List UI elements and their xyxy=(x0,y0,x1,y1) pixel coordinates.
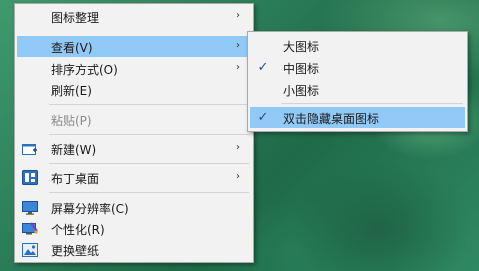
menu-separator xyxy=(281,103,463,104)
submenu-item-large-icons[interactable]: 大图标 xyxy=(250,35,465,56)
submenu-item-medium-icons[interactable]: ✓ 中图标 xyxy=(250,57,465,78)
menu-item-paste: 粘贴(P) xyxy=(17,109,251,130)
submenu-item-double-click-hide-icons[interactable]: ✓ 双击隐藏桌面图标 xyxy=(250,107,465,128)
view-submenu: 大图标 ✓ 中图标 小图标 ✓ 双击隐藏桌面图标 xyxy=(247,31,468,132)
submenu-arrow-icon: › xyxy=(236,171,240,182)
menu-item-sort-by[interactable]: 排序方式(O) › xyxy=(17,58,251,79)
picture-icon xyxy=(21,241,39,258)
menu-separator xyxy=(49,163,249,164)
submenu-arrow-icon: › xyxy=(236,142,240,153)
submenu-arrow-icon: › xyxy=(236,10,240,21)
menu-item-label: 中图标 xyxy=(283,62,320,76)
monitor-icon xyxy=(21,199,39,216)
menu-separator xyxy=(49,192,249,193)
checkmark-icon: ✓ xyxy=(257,60,269,75)
menu-item-label: 刷新(E) xyxy=(51,84,92,98)
menu-item-personalize[interactable]: 个性化(R) xyxy=(17,218,251,239)
menu-item-arrange-icons[interactable]: 图标整理 › xyxy=(17,6,251,27)
menu-item-label: 双击隐藏桌面图标 xyxy=(283,112,380,126)
submenu-arrow-icon: › xyxy=(236,62,240,73)
new-document-icon xyxy=(21,140,39,157)
menu-item-screen-resolution[interactable]: 屏幕分辨率(C) xyxy=(17,197,251,218)
menu-separator xyxy=(49,134,249,135)
desktop-context-menu: 图标整理 › 查看(V) › 排序方式(O) › 刷新(E) 粘贴(P) 新建(… xyxy=(14,3,254,263)
menu-item-label: 查看(V) xyxy=(51,41,93,55)
menu-separator xyxy=(49,104,249,105)
menu-item-label: 新建(W) xyxy=(51,143,97,157)
submenu-arrow-icon: › xyxy=(236,40,240,51)
menu-item-label: 布丁桌面 xyxy=(51,172,100,186)
submenu-item-small-icons[interactable]: 小图标 xyxy=(250,79,465,100)
checkmark-icon: ✓ xyxy=(257,110,269,125)
menu-item-view[interactable]: 查看(V) › xyxy=(17,36,251,57)
menu-item-label: 屏幕分辨率(C) xyxy=(51,202,129,216)
menu-item-label: 小图标 xyxy=(283,84,320,98)
menu-item-change-wallpaper[interactable]: 更换壁纸 xyxy=(17,239,251,260)
grid-app-icon xyxy=(21,169,39,186)
menu-item-label: 大图标 xyxy=(283,40,320,54)
menu-item-label: 图标整理 xyxy=(51,11,100,25)
menu-item-label: 排序方式(O) xyxy=(51,63,118,77)
menu-item-refresh[interactable]: 刷新(E) xyxy=(17,79,251,100)
menu-item-label: 粘贴(P) xyxy=(51,114,92,128)
menu-item-label: 更换壁纸 xyxy=(51,244,100,258)
menu-item-new[interactable]: 新建(W) › xyxy=(17,138,251,159)
menu-item-buding-desktop[interactable]: 布丁桌面 › xyxy=(17,167,251,188)
personalize-icon xyxy=(21,220,39,237)
menu-item-label: 个性化(R) xyxy=(51,223,105,237)
